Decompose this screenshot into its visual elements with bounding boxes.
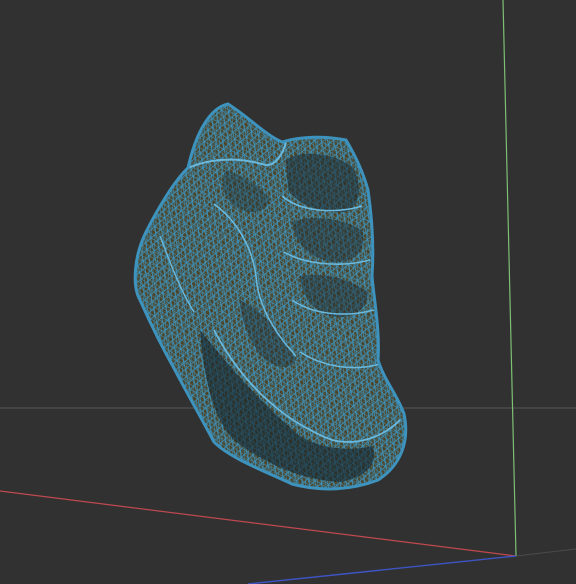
x-axis-line bbox=[0, 490, 517, 557]
grid-line bbox=[515, 548, 576, 557]
3d-viewport[interactable] bbox=[0, 0, 576, 584]
z-axis-line bbox=[247, 555, 517, 584]
rock-mesh-icon[interactable] bbox=[120, 90, 420, 500]
viewport-canvas[interactable] bbox=[0, 0, 576, 584]
y-axis-line bbox=[502, 0, 517, 557]
